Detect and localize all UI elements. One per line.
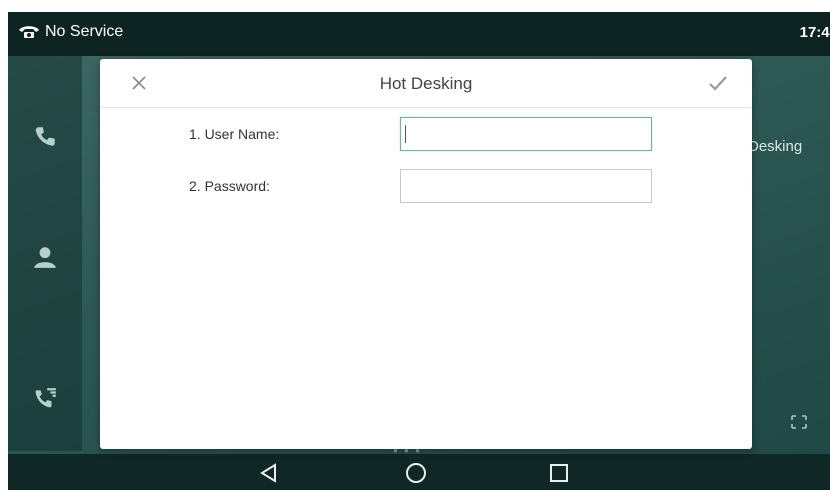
expand-icon[interactable] <box>790 414 808 430</box>
user-name-input[interactable] <box>400 117 652 151</box>
password-label: 2. Password: <box>189 178 270 194</box>
sidebar <box>8 56 82 451</box>
hot-desking-dialog: Hot Desking 1. User Name: 2. Password: <box>100 59 752 449</box>
recent-apps-icon[interactable] <box>546 460 572 486</box>
service-status-text: No Service <box>45 23 124 40</box>
navigation-bar <box>8 454 830 490</box>
call-history-icon[interactable] <box>32 386 58 412</box>
dialog-header: Hot Desking <box>100 59 752 108</box>
user-name-label: 1. User Name: <box>189 126 280 142</box>
contacts-icon[interactable] <box>32 244 58 270</box>
background-label: Desking <box>748 138 803 155</box>
password-row: 2. Password: <box>100 169 752 205</box>
password-input[interactable] <box>400 169 652 203</box>
clock: 17:45 <box>799 24 830 41</box>
phone-handset-icon[interactable] <box>32 124 58 150</box>
status-left: No Service <box>18 23 123 41</box>
phone-icon <box>19 26 39 38</box>
dialog-title: Hot Desking <box>379 74 473 93</box>
text-cursor <box>405 125 406 143</box>
home-icon[interactable] <box>403 460 429 486</box>
user-name-row: 1. User Name: <box>100 117 752 153</box>
back-icon[interactable] <box>256 460 282 486</box>
status-bar: No Service 17:45 <box>8 12 830 56</box>
check-icon[interactable] <box>706 72 730 94</box>
